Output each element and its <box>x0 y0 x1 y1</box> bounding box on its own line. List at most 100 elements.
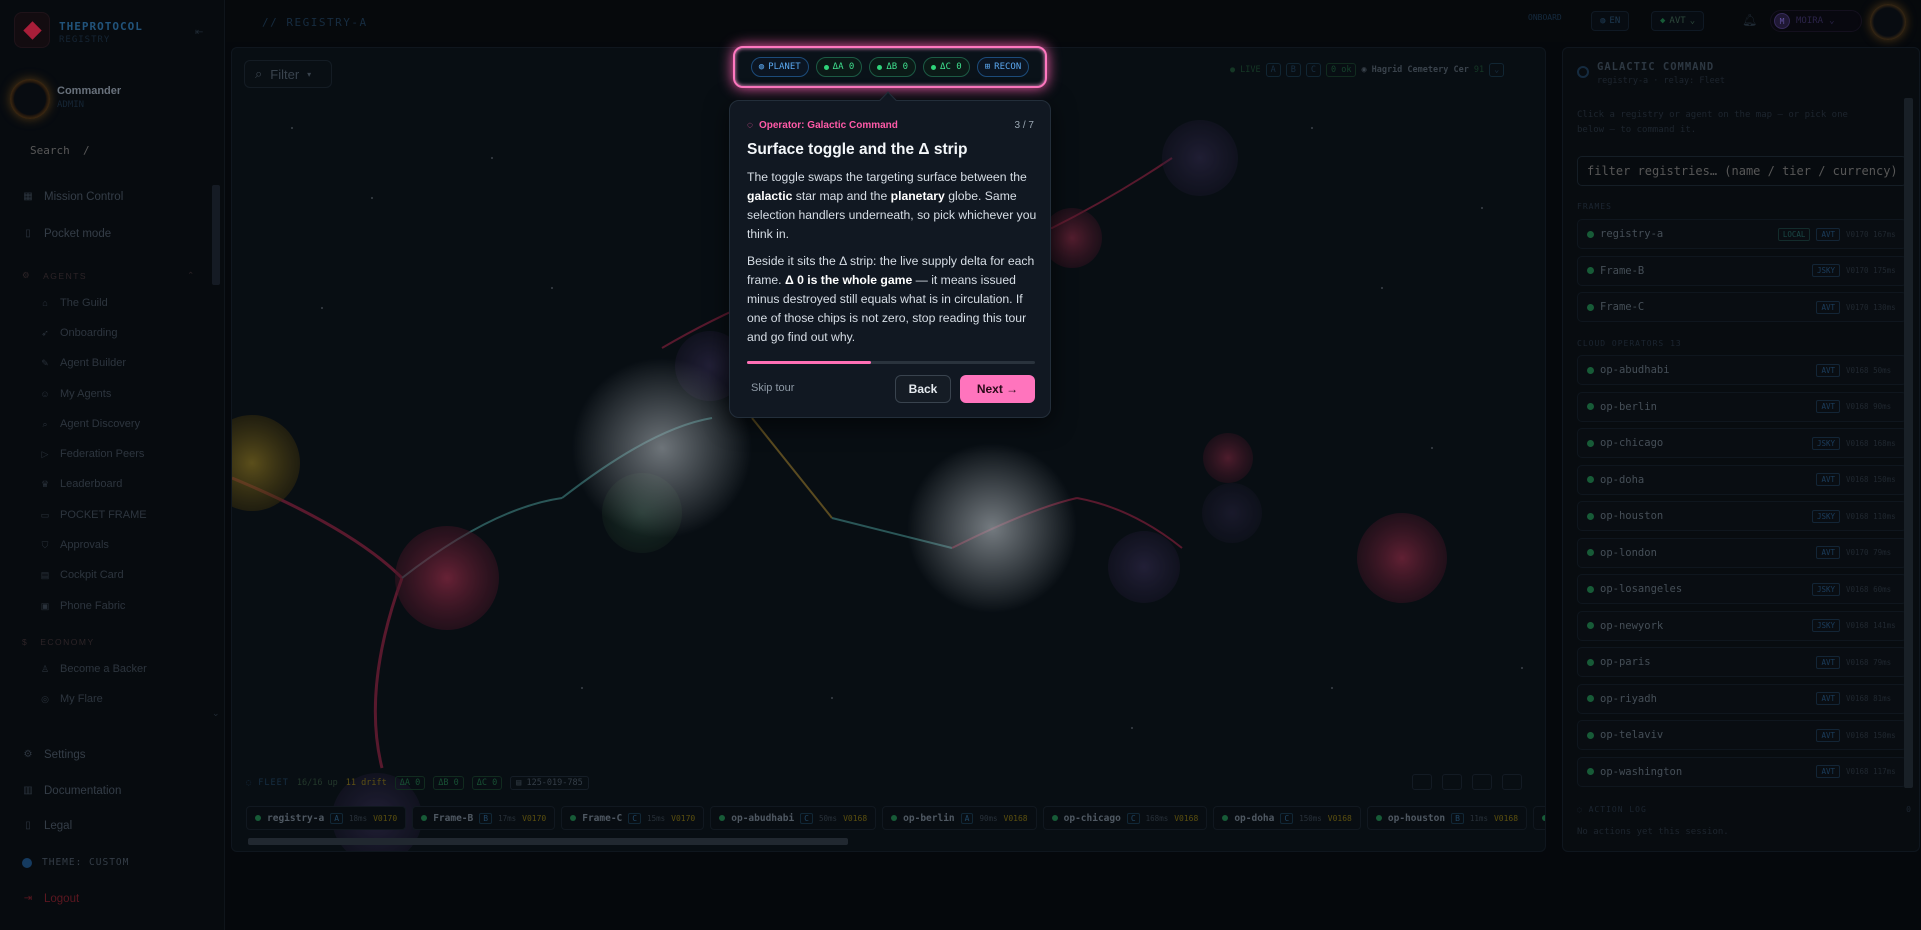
nav-my-flare[interactable]: ◎ My Flare <box>40 693 103 705</box>
recon-icon: ⊞ <box>984 62 991 72</box>
registry-row[interactable]: op-houston JSKY V0168 110ms <box>1577 501 1907 531</box>
panel-scrollbar[interactable] <box>1904 98 1913 788</box>
nav-agent-builder[interactable]: ✎ Agent Builder <box>40 357 126 369</box>
fleet-chip[interactable]: op-chicago C 168ms V0168 <box>1042 806 1208 830</box>
registry-row[interactable]: op-chicago JSKY V0168 168ms <box>1577 428 1907 458</box>
nav-onboarding[interactable]: ➶ Onboarding <box>40 327 117 339</box>
version-latency: V0168 168ms <box>1846 438 1896 448</box>
brand-subtitle: REGISTRY <box>59 35 111 45</box>
delta-a-chip[interactable]: ΔA 0 <box>815 57 863 77</box>
filter-label: Filter <box>270 66 300 82</box>
nav-approvals[interactable]: ⛉ Approvals <box>40 539 109 551</box>
registry-row[interactable]: op-newyork JSKY V0168 141ms <box>1577 610 1907 641</box>
delta-b-chip[interactable]: ΔB 0 <box>869 57 917 77</box>
nav-phone-fabric[interactable]: ▣ Phone Fabric <box>40 600 126 612</box>
nav-agent-discovery[interactable]: ⌕ Agent Discovery <box>40 418 140 430</box>
location-count: 91 <box>1473 65 1485 75</box>
version-latency: V0170 175ms <box>1846 266 1896 275</box>
fleet-chip[interactable]: op-abudhabi C 50ms V0168 <box>710 806 877 830</box>
nav-my-agents[interactable]: ☺ My Agents <box>40 388 111 400</box>
diamond-icon: ◆ <box>1660 16 1666 26</box>
registry-row[interactable]: op-london AVT V0170 79ms <box>1577 537 1907 568</box>
nav-legal[interactable]: ▯ Legal <box>22 820 72 832</box>
live-btn-a[interactable]: A <box>1265 63 1281 77</box>
fleet-scrollbar[interactable] <box>248 838 848 845</box>
fleet-tool-3[interactable] <box>1472 774 1492 790</box>
registry-row[interactable]: op-washington AVT V0168 117ms <box>1577 756 1907 787</box>
nav-logout[interactable]: ⇥ Logout <box>22 893 79 905</box>
theme-toggle[interactable]: THEME: CUSTOM <box>22 857 129 868</box>
live-dot-icon: ● <box>1230 65 1236 75</box>
backer-icon: ♙ <box>40 663 50 674</box>
planet-toggle[interactable]: ◍ PLANET <box>750 57 809 77</box>
registry-row[interactable]: op-doha AVT V0168 150ms <box>1577 464 1907 495</box>
fleet-chip[interactable]: Frame-C C 15ms V0170 <box>561 806 705 830</box>
fleet-delta-c[interactable]: ΔC 0 <box>471 776 503 790</box>
recon-button[interactable]: ⊞ RECON <box>976 57 1030 77</box>
registry-row[interactable]: op-telaviv AVT V0168 150ms <box>1577 720 1907 750</box>
registry-row[interactable]: op-abudhabi AVT V0168 50ms <box>1577 355 1907 385</box>
chevron-down-icon[interactable]: ⌄ <box>212 708 220 719</box>
bell-icon[interactable]: 🔔︎ <box>1742 13 1757 27</box>
profile-avatar[interactable] <box>1870 4 1906 40</box>
registry-row[interactable]: registry-a LOCAL AVT V0170 167ms <box>1577 219 1907 249</box>
next-button[interactable]: Next → <box>960 375 1035 403</box>
fleet-chip[interactable]: op-berlin A 90ms V0168 <box>882 806 1037 830</box>
user-name: MOIRA <box>1796 16 1824 26</box>
fleet-label: ◌ FLEET <box>246 778 289 788</box>
user-menu[interactable]: M MOIRA ⌄ <box>1770 10 1862 32</box>
commander-avatar[interactable] <box>10 79 50 119</box>
status-dot-icon <box>1587 549 1594 556</box>
fleet-chip[interactable]: registry-a A 18ms V0170 <box>246 806 407 830</box>
registry-filter-input[interactable] <box>1577 156 1907 186</box>
nav-become-backer[interactable]: ♙ Become a Backer <box>40 663 147 675</box>
registry-row[interactable]: Frame-B JSKY V0170 175ms <box>1577 255 1907 286</box>
registry-row[interactable]: op-paris AVT V0168 79ms <box>1577 647 1907 677</box>
fleet-chip-latency: 11ms <box>1469 813 1488 823</box>
nav-pocket-mode[interactable]: ▯ Pocket mode <box>22 228 111 240</box>
brand-logo[interactable] <box>14 12 50 48</box>
live-btn-c[interactable]: C <box>1305 63 1321 77</box>
fleet-chip[interactable]: op-london <box>1533 806 1545 830</box>
collapse-sidebar-icon[interactable]: ⇤ <box>195 27 203 38</box>
fleet-chip[interactable]: Frame-B B 17ms V0170 <box>412 806 556 830</box>
fleet-collapse-button[interactable] <box>1502 774 1522 790</box>
nav-leaderboard[interactable]: ♛ Leaderboard <box>40 478 122 490</box>
fleet-tool-2[interactable] <box>1442 774 1462 790</box>
nav-mission-control[interactable]: ▦ Mission Control <box>22 191 123 203</box>
fleet-chip[interactable]: op-houston B 11ms V0168 <box>1366 806 1528 830</box>
user-avatar: M <box>1774 13 1790 29</box>
location-dropdown[interactable]: ⌄ <box>1489 63 1505 77</box>
fleet-chip[interactable]: op-doha C 150ms V0168 <box>1213 806 1361 830</box>
sidebar-search-input[interactable] <box>30 141 180 159</box>
map-filter-button[interactable]: ⌕ Filter ▾ <box>244 60 332 88</box>
registry-name: op-chicago <box>1600 437 1664 449</box>
nav-the-guild[interactable]: ⌂ The Guild <box>40 297 107 309</box>
nav-cockpit-card[interactable]: ▤ Cockpit Card <box>40 569 124 581</box>
token-button[interactable]: ◆ AVT ⌄ <box>1651 11 1705 31</box>
registry-row[interactable]: op-riyadh AVT V0168 81ms <box>1577 683 1907 714</box>
fleet-delta-a[interactable]: ΔA 0 <box>394 776 426 790</box>
section-economy[interactable]: $ ECONOMY <box>22 637 95 647</box>
location-label[interactable]: Hagrid Cemetery Cer <box>1372 65 1469 75</box>
registry-row[interactable]: op-berlin AVT V0168 90ms <box>1577 391 1907 422</box>
fleet-chip-name: op-doha <box>1234 812 1275 824</box>
delta-c-chip[interactable]: ΔC 0 <box>923 57 970 77</box>
language-button[interactable]: ◍ EN <box>1591 11 1630 31</box>
fleet-delta-b[interactable]: ΔB 0 <box>433 776 464 790</box>
sidebar-scrollbar[interactable] <box>212 185 220 285</box>
nav-federation-peers[interactable]: ▷ Federation Peers <box>40 448 145 460</box>
nav-label: Logout <box>44 893 80 905</box>
fleet-tool-1[interactable] <box>1412 774 1432 790</box>
operators-section-label: CLOUD OPERATORS 13 <box>1577 339 1682 348</box>
skip-tour-link[interactable]: Skip tour <box>751 382 794 394</box>
registry-row[interactable]: Frame-C AVT V0170 130ms <box>1577 292 1907 322</box>
nav-settings[interactable]: ⚙ Settings <box>22 749 86 761</box>
live-btn-b[interactable]: B <box>1285 63 1301 77</box>
registry-row[interactable]: op-losangeles JSKY V0168 60ms <box>1577 574 1907 604</box>
section-agents[interactable]: ⚙ AGENTS ⌃ <box>22 270 196 281</box>
back-button[interactable]: Back <box>895 375 951 403</box>
nav-documentation[interactable]: ▥ Documentation <box>22 785 121 797</box>
delta-c-label: ΔC 0 <box>940 62 962 72</box>
nav-pocket-frame[interactable]: ▭ POCKET FRAME <box>40 509 147 521</box>
